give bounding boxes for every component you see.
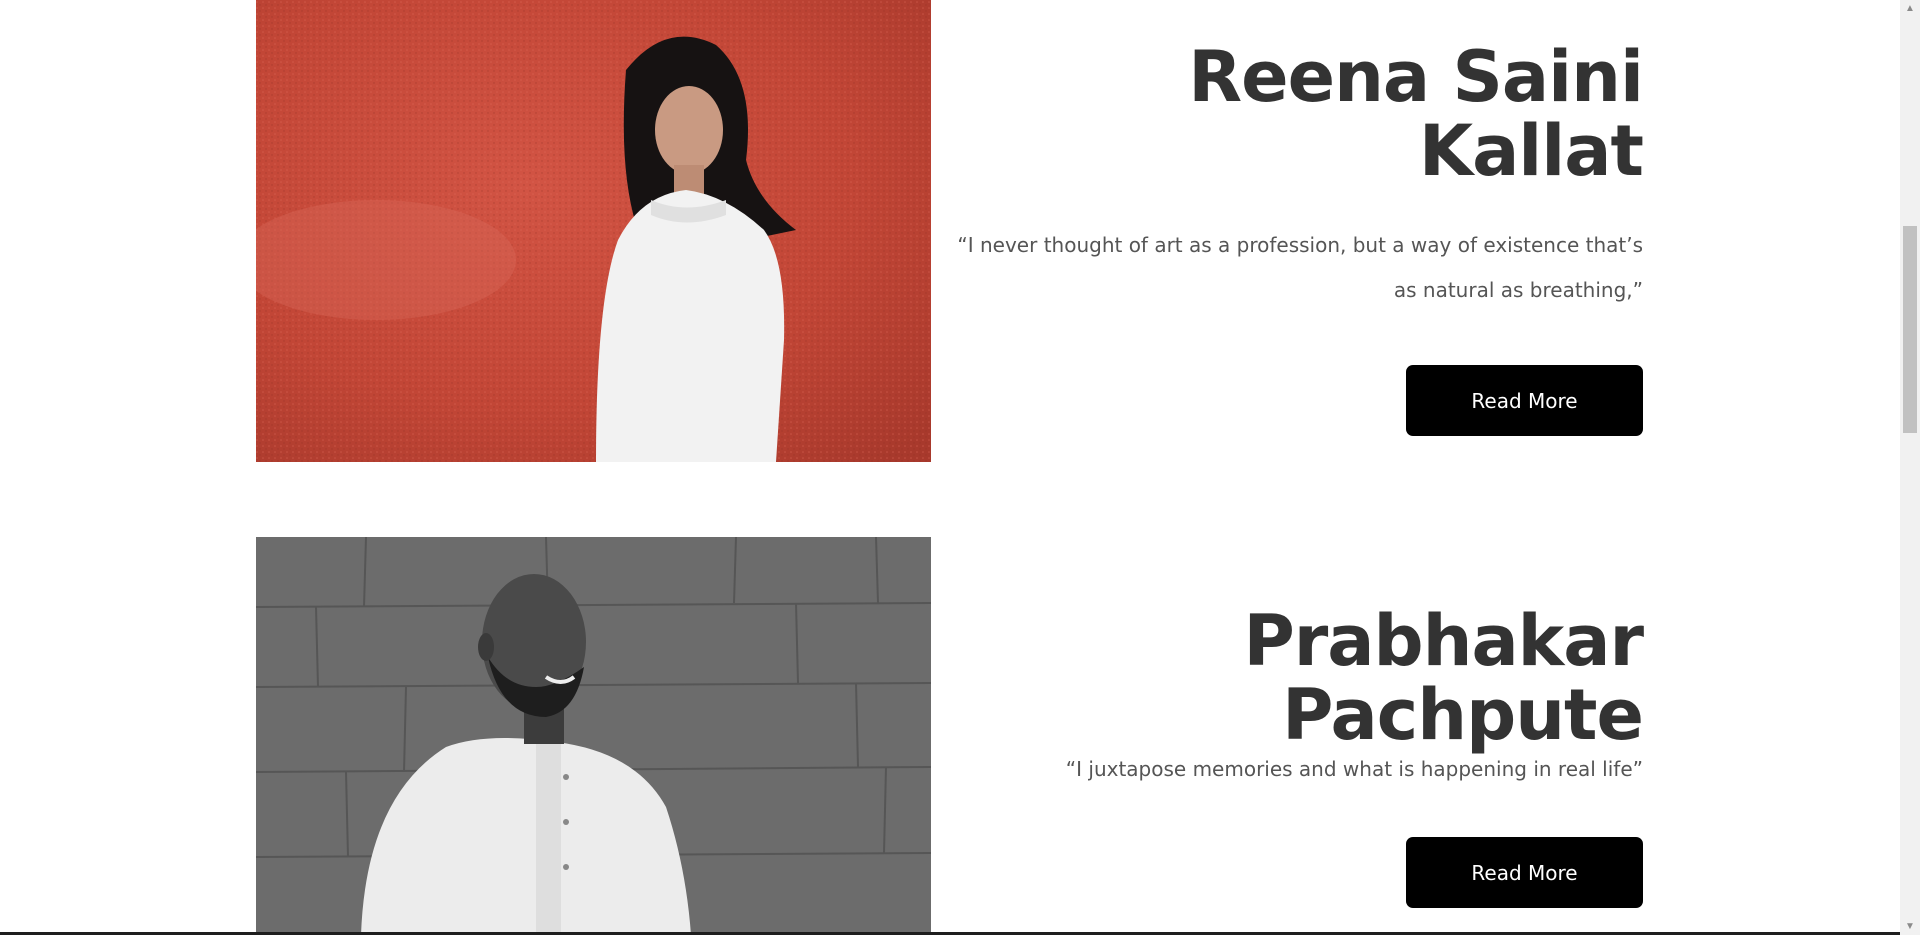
artist-quote: “I never thought of art as a profession,… bbox=[957, 233, 1643, 302]
artist-card-prabhakar-pachpute: Prabhakar Pachpute “I juxtapose memories… bbox=[0, 537, 1900, 935]
scrollbar-thumb[interactable] bbox=[1903, 226, 1917, 433]
artist-name: Reena Saini Kallat bbox=[1188, 36, 1644, 192]
artist-photo bbox=[256, 0, 931, 462]
read-more-button[interactable]: Read More bbox=[1406, 837, 1643, 908]
artist-photo bbox=[256, 537, 931, 935]
artist-photo-image bbox=[256, 537, 931, 935]
artist-info: Reena Saini Kallat “I never thought of a… bbox=[943, 36, 1644, 436]
artist-quote: “I juxtapose memories and what is happen… bbox=[1065, 757, 1643, 781]
scroll-up-icon[interactable]: ▲ bbox=[1900, 0, 1920, 17]
artist-photo-image bbox=[256, 0, 931, 462]
artist-card-reena-saini-kallat: Reena Saini Kallat “I never thought of a… bbox=[0, 0, 1900, 462]
artist-info: Prabhakar Pachpute “I juxtapose memories… bbox=[943, 600, 1644, 908]
artist-name: Prabhakar Pachpute bbox=[1243, 600, 1644, 756]
read-more-button[interactable]: Read More bbox=[1406, 365, 1643, 436]
scroll-down-icon[interactable]: ▼ bbox=[1900, 918, 1920, 935]
page-viewport: Reena Saini Kallat “I never thought of a… bbox=[0, 0, 1900, 935]
vertical-scrollbar[interactable]: ▲ ▼ bbox=[1900, 0, 1920, 935]
